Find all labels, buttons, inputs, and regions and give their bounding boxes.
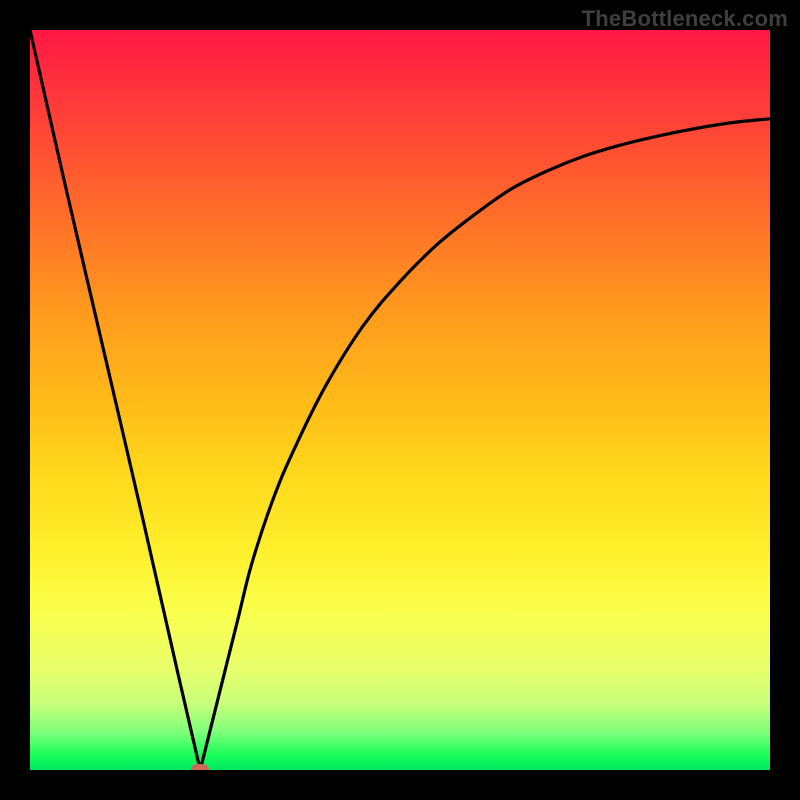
watermark-text: TheBottleneck.com (582, 6, 788, 32)
bottleneck-curve (30, 30, 770, 770)
optimal-point-marker (191, 764, 209, 770)
plot-area (30, 30, 770, 770)
chart-frame: TheBottleneck.com (0, 0, 800, 800)
